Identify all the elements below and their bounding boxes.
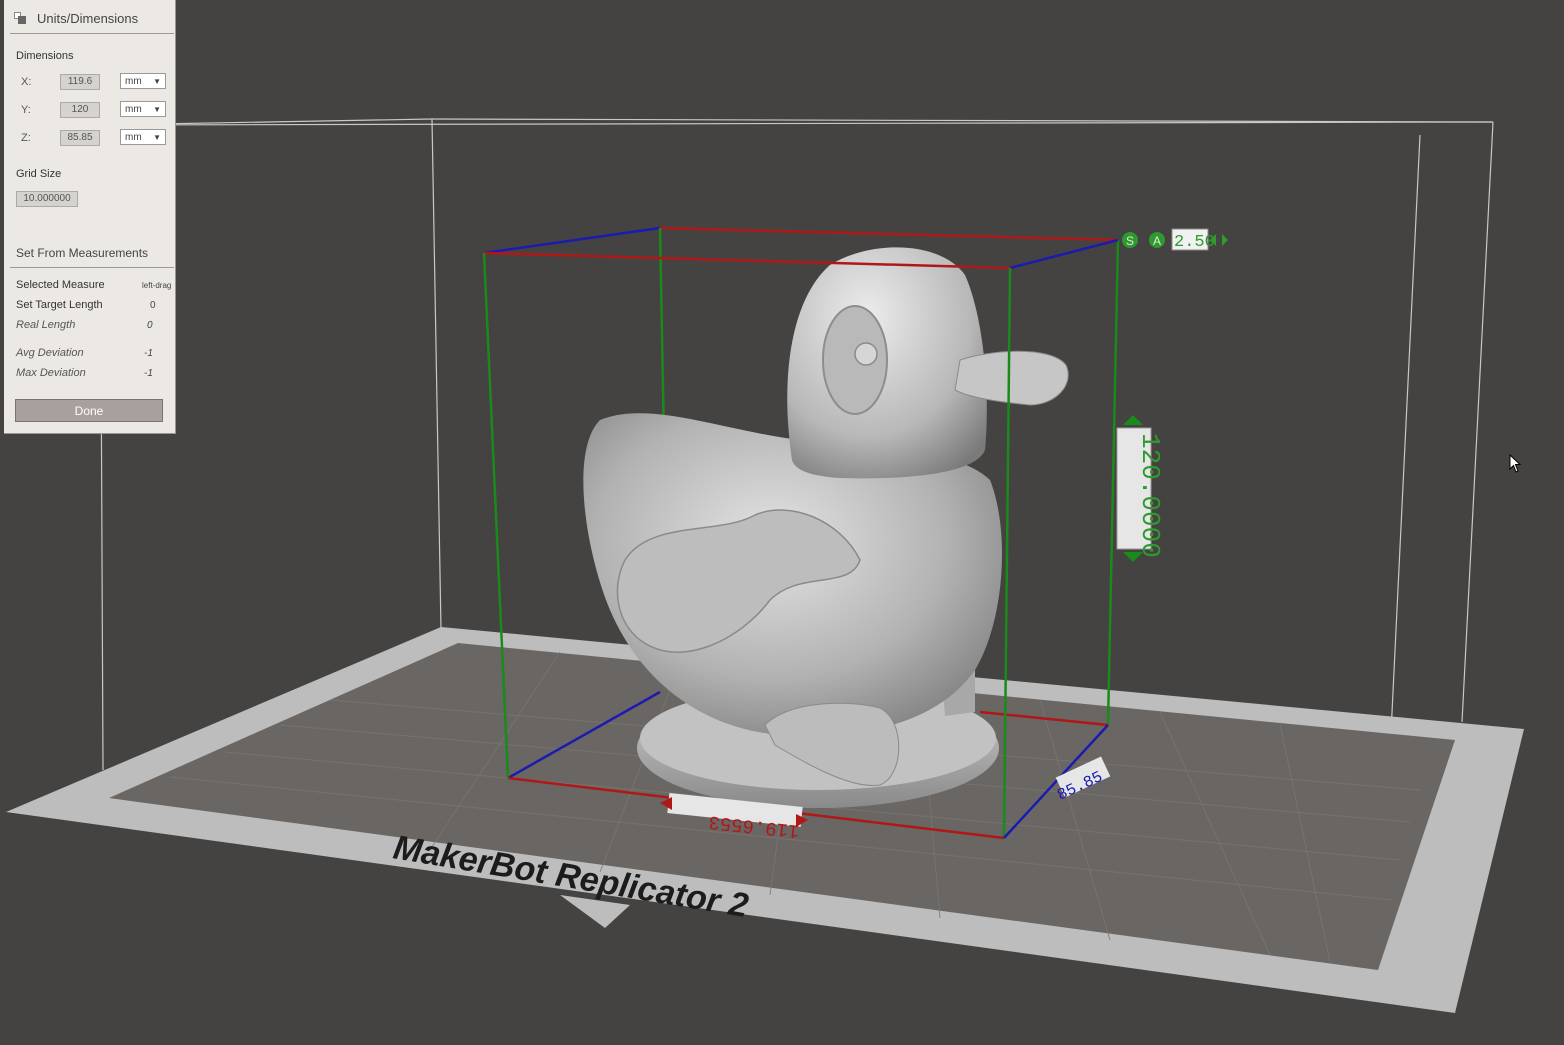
grid-size-field[interactable]: 10.000000: [16, 191, 78, 207]
3d-viewport[interactable]: MakerBot Replicator 2 120.0000 119.6553 …: [0, 0, 1564, 1045]
units-dimensions-panel: Units/Dimensions Dimensions X: 119.6 mm ▼…: [4, 0, 176, 434]
done-button[interactable]: Done: [15, 399, 163, 422]
x-unit-value: mm: [125, 76, 142, 87]
z-unit-value: mm: [125, 132, 142, 143]
set-target-length-label: Set Target Length: [16, 299, 103, 311]
avg-deviation-label: Avg Deviation: [16, 347, 84, 359]
selected-measure-value: left-drag: [142, 281, 172, 290]
panel-header: Units/Dimensions: [14, 8, 138, 28]
set-target-length-field[interactable]: 0: [150, 300, 156, 311]
avg-deviation-value: -1: [144, 348, 153, 359]
mouse-cursor-icon: [1509, 454, 1522, 473]
y-value-field[interactable]: 120: [60, 102, 100, 118]
real-length-label: Real Length: [16, 319, 76, 331]
panel-title: Units/Dimensions: [37, 10, 139, 26]
height-readout[interactable]: 120.0000: [1116, 415, 1165, 562]
x-label: X:: [21, 76, 32, 88]
chevron-down-icon: ▼: [153, 105, 161, 114]
chevron-down-icon: ▼: [153, 133, 161, 142]
scale-tool[interactable]: S A 2.50: [1122, 228, 1228, 252]
real-length-value: 0: [147, 320, 153, 331]
y-label: Y:: [21, 104, 31, 116]
scale-readout-text: 2.50: [1174, 233, 1215, 252]
panel-tool-icon: [14, 11, 27, 25]
set-from-measurements-label: Set From Measurements: [16, 246, 149, 260]
y-unit-value: mm: [125, 104, 142, 115]
z-unit-select[interactable]: mm ▼: [120, 129, 166, 145]
x-unit-select[interactable]: mm ▼: [120, 73, 166, 89]
axis-icon-label: A: [1153, 234, 1161, 248]
scale-icon-label: S: [1126, 234, 1134, 248]
z-value-field[interactable]: 85.85: [60, 130, 100, 146]
divider: [10, 33, 174, 34]
max-deviation-value: -1: [144, 368, 153, 379]
dimensions-label: Dimensions: [16, 50, 74, 62]
selected-measure-label: Selected Measure: [16, 279, 105, 291]
max-deviation-label: Max Deviation: [16, 367, 86, 379]
height-readout-text: 120.0000: [1135, 433, 1165, 558]
grid-size-label: Grid Size: [16, 168, 62, 180]
chevron-down-icon: ▼: [153, 77, 161, 86]
y-unit-select[interactable]: mm ▼: [120, 101, 166, 117]
z-label: Z:: [21, 132, 31, 144]
divider: [10, 267, 174, 268]
x-value-field[interactable]: 119.6: [60, 74, 100, 90]
scale-increase-arrow[interactable]: [1222, 234, 1228, 246]
